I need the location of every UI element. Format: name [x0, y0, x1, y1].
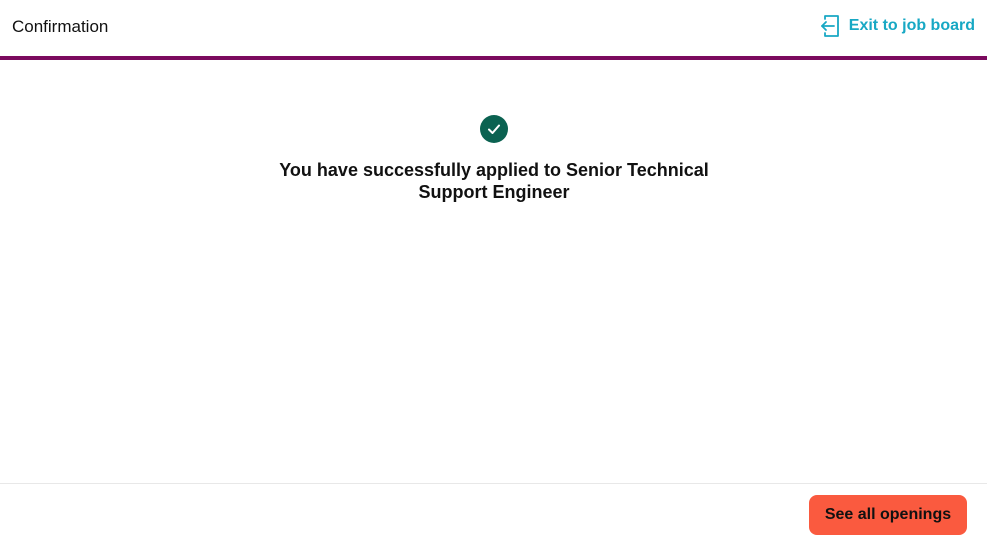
confirmation-content: You have successfully applied to Senior … [0, 60, 987, 483]
exit-label: Exit to job board [848, 17, 975, 34]
header-bar: Confirmation Exit to job board [0, 0, 987, 57]
checkmark-circle-icon [480, 115, 508, 143]
exit-icon [819, 14, 840, 38]
confirmation-page: Confirmation Exit to job board You have … [0, 0, 987, 547]
footer-divider [0, 483, 987, 484]
see-all-openings-button[interactable]: See all openings [809, 495, 967, 535]
exit-to-job-board-link[interactable]: Exit to job board [819, 14, 975, 38]
success-message: You have successfully applied to Senior … [279, 160, 709, 202]
page-title: Confirmation [12, 17, 109, 36]
